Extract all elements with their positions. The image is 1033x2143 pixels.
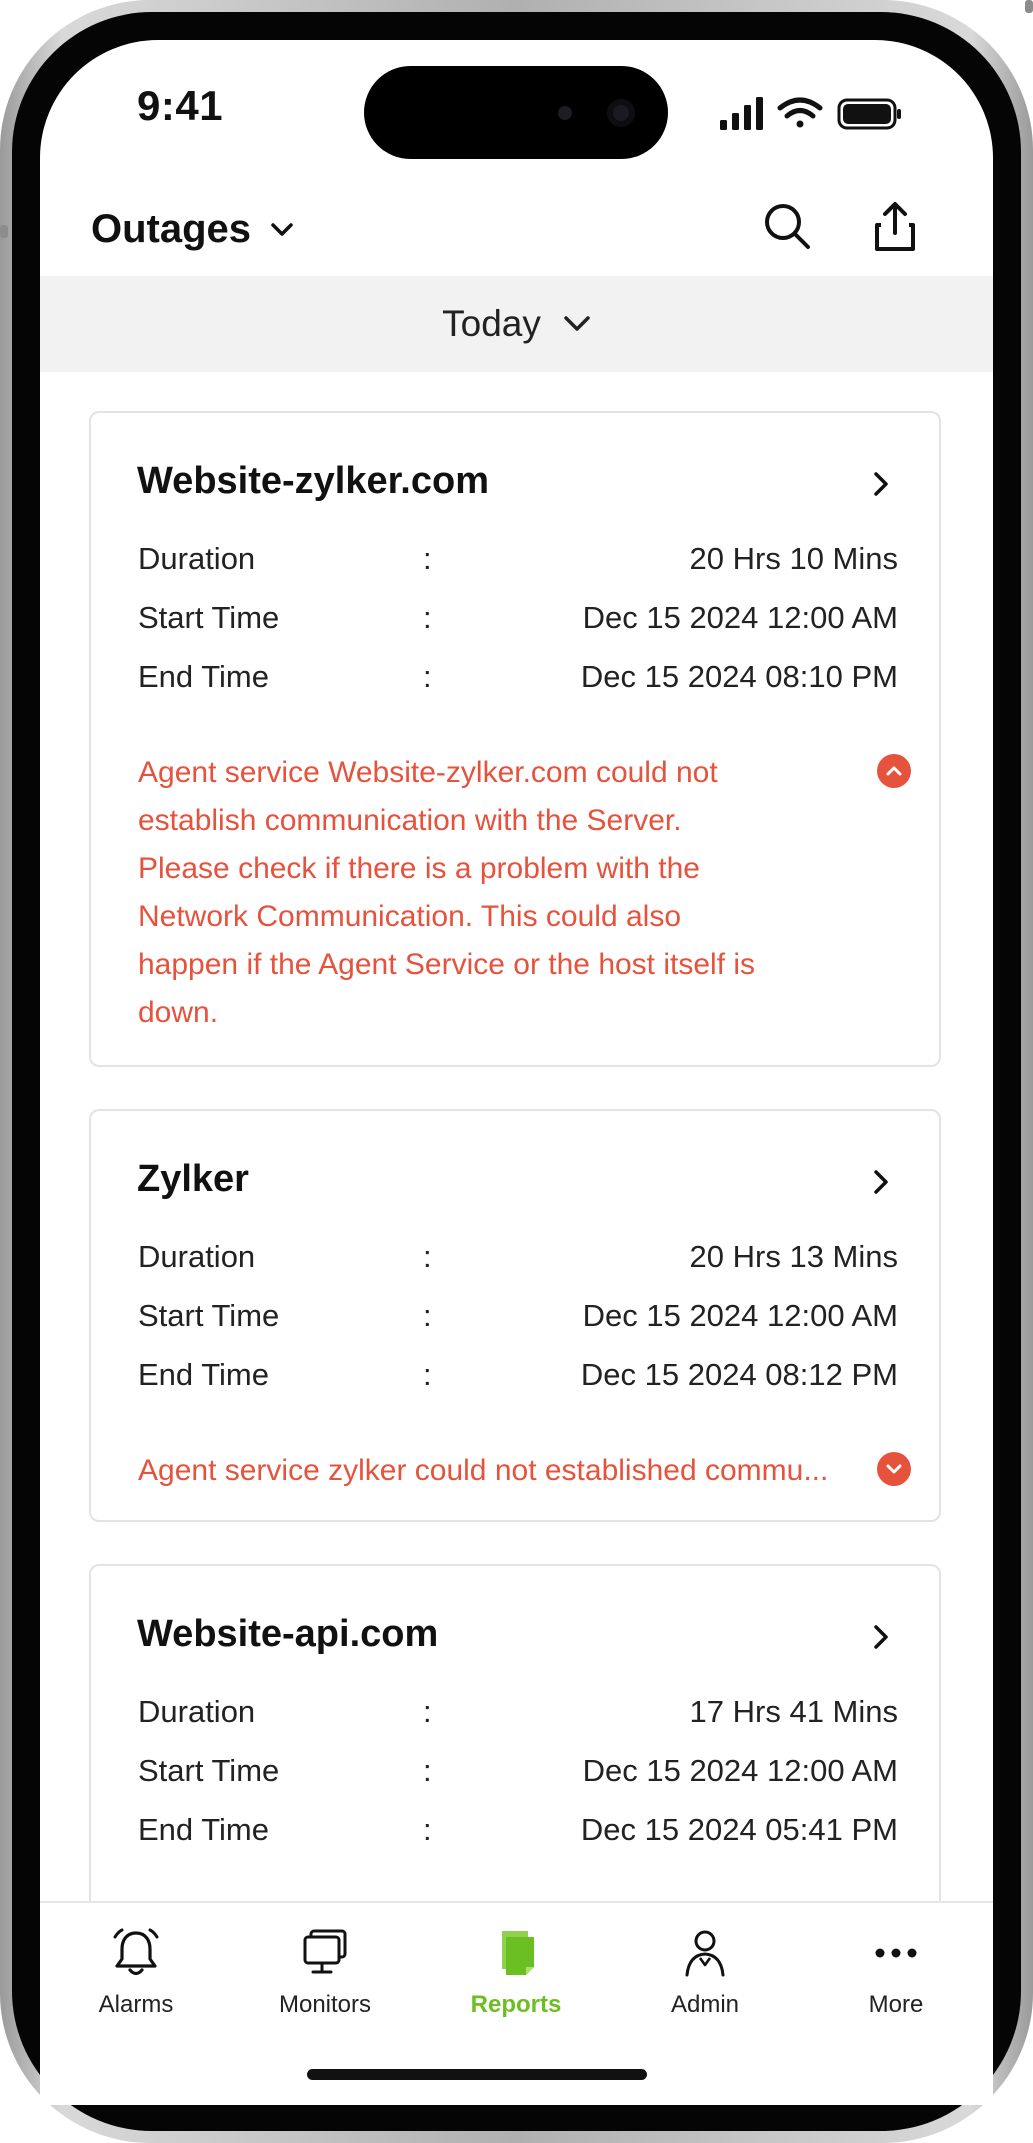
chevron-right-icon[interactable] [866,1622,896,1652]
outage-card[interactable]: Zylker Duration : 20 Hrs 13 Mins Start T… [89,1109,941,1522]
tab-more[interactable]: More [811,1925,981,2035]
error-line: Please check if there is a problem with … [138,852,700,885]
row-label: End Time [138,1812,269,1847]
row-label: Start Time [138,1298,280,1333]
row-label: Duration [138,1239,256,1274]
home-indicator[interactable] [307,2069,647,2080]
duration-row: Duration : 17 Hrs 41 Mins [138,1694,898,1744]
start-time-row: Start Time : Dec 15 2024 12:00 AM [138,600,898,650]
row-separator: : [423,1812,432,1847]
action-button [0,225,8,238]
card-title: Website-zylker.com [137,460,490,502]
app-header: Outages [40,185,993,275]
status-icons [718,96,903,132]
row-separator: : [423,1239,432,1274]
date-filter-label: Today [442,303,541,344]
row-value: Dec 15 2024 05:41 PM [580,1812,898,1847]
dynamic-island [364,66,668,159]
error-line: down. [138,996,219,1029]
chevron-right-icon[interactable] [866,469,896,499]
end-time-row: End Time : Dec 15 2024 08:12 PM [138,1357,898,1407]
row-label: End Time [138,659,269,694]
outage-card[interactable]: Website-api.com Duration : 17 Hrs 41 Min… [89,1564,941,1902]
row-label: Duration [138,541,256,576]
end-time-row: End Time : Dec 15 2024 05:41 PM [138,1812,898,1862]
row-separator: : [423,1357,432,1392]
chevron-up-icon [886,766,902,776]
row-separator: : [423,1298,432,1333]
duration-row: Duration : 20 Hrs 13 Mins [138,1239,898,1289]
duration-row: Duration : 20 Hrs 10 Mins [138,541,898,591]
row-value: 20 Hrs 13 Mins [689,1239,898,1274]
bell-icon [113,1928,159,1976]
error-line: Network Communication. This could also [138,900,682,933]
tab-label: Monitors [278,1991,372,2018]
more-icon [875,1948,917,1958]
outage-card[interactable]: Website-zylker.com Duration : 20 Hrs 10 … [89,411,941,1067]
outages-dropdown[interactable]: Outages [91,207,293,252]
tab-monitors[interactable]: Monitors [240,1925,410,2035]
tab-label: More [868,1991,924,2018]
start-time-row: Start Time : Dec 15 2024 12:00 AM [138,1298,898,1348]
row-value: Dec 15 2024 12:00 AM [582,1298,898,1333]
tab-reports[interactable]: Reports [431,1925,601,2035]
chevron-down-icon [271,222,293,236]
error-line: Agent service zylker could not establish… [138,1454,829,1487]
row-value: Dec 15 2024 08:10 PM [580,659,898,694]
row-label: End Time [138,1357,269,1392]
side-button [1025,0,1033,13]
card-title: Website-api.com [137,1613,439,1655]
admin-icon [685,1930,725,1977]
error-line: happen if the Agent Service or the host … [138,948,756,981]
row-value: Dec 15 2024 12:00 AM [582,1753,898,1788]
reports-icon [502,1931,534,1975]
battery-icon [837,98,901,130]
row-separator: : [423,541,432,576]
start-time-row: Start Time : Dec 15 2024 12:00 AM [138,1753,898,1803]
page-title: Outages [91,207,252,251]
chevron-down-icon [886,1464,902,1474]
end-time-row: End Time : Dec 15 2024 08:10 PM [138,659,898,709]
row-separator: : [423,600,432,635]
monitors-icon [303,1929,347,1974]
tab-label: Reports [470,1991,562,2018]
row-label: Duration [138,1694,256,1729]
row-value: 20 Hrs 10 Mins [689,541,898,576]
error-message: Agent service zylker could not establish… [138,1447,838,1495]
search-icon[interactable] [758,197,818,257]
chevron-down-icon [564,316,590,331]
tab-label: Alarms [98,1991,174,2018]
error-line: Agent service Website-zylker.com could n… [138,756,718,789]
tab-admin[interactable]: Admin [620,1925,790,2035]
error-message: Agent service Website-zylker.com could n… [138,749,838,1037]
cellular-signal-icon [720,97,763,130]
row-separator: : [423,659,432,694]
tab-alarms[interactable]: Alarms [51,1925,221,2035]
chevron-right-icon[interactable] [866,1167,896,1197]
row-label: Start Time [138,600,280,635]
expand-error-button[interactable] [877,1452,911,1486]
row-value: Dec 15 2024 08:12 PM [580,1357,898,1392]
row-label: Start Time [138,1753,280,1788]
date-filter[interactable]: Today [40,276,993,372]
collapse-error-button[interactable] [877,754,911,788]
share-icon[interactable] [865,197,925,257]
wifi-icon [777,97,823,128]
row-separator: : [423,1753,432,1788]
tab-label: Admin [670,1991,740,2018]
row-value: Dec 15 2024 12:00 AM [582,600,898,635]
status-time: 9:41 [137,82,224,129]
outages-list: Website-zylker.com Duration : 20 Hrs 10 … [40,372,993,1902]
row-separator: : [423,1694,432,1729]
row-value: 17 Hrs 41 Mins [689,1694,898,1729]
error-line: establish communication with the Server. [138,804,682,837]
card-title: Zylker [137,1158,249,1200]
